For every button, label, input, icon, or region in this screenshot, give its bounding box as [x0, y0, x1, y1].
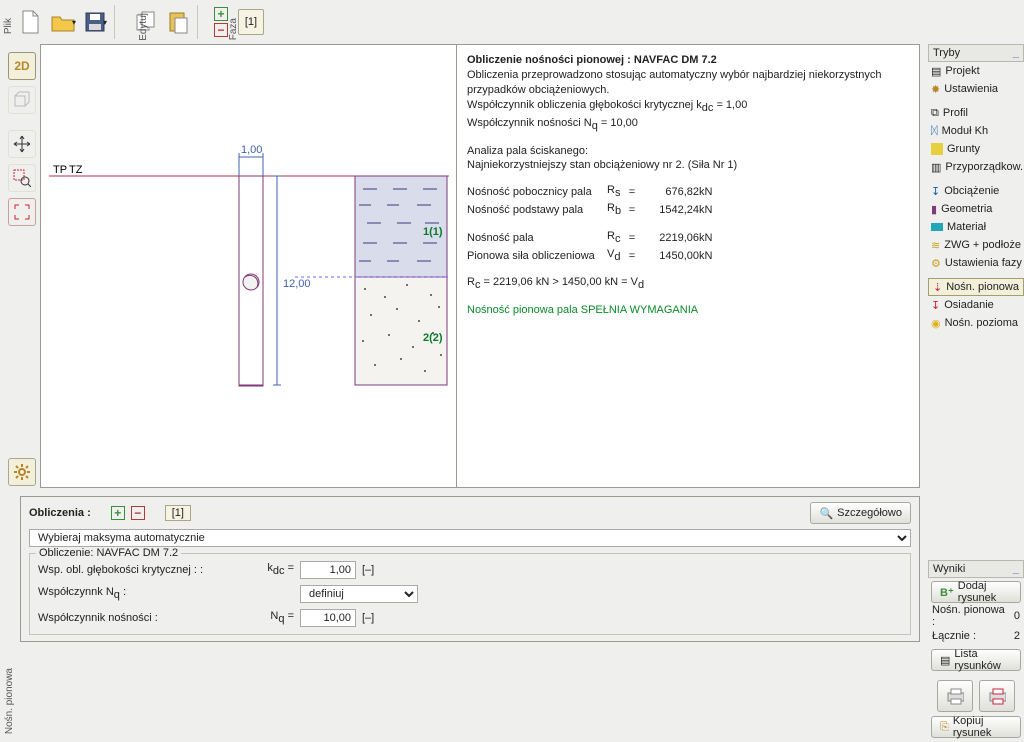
- layer1-label: 1(1): [423, 226, 443, 238]
- label-tp: TP: [53, 164, 67, 176]
- f1-unit: [–]: [362, 564, 374, 576]
- f1-sym: kdc =: [264, 562, 294, 577]
- results-a1: Analiza pala ściskanego:: [467, 144, 909, 159]
- status-left: Nośn. pionowa: [4, 668, 15, 734]
- label-tz: TZ: [69, 164, 83, 176]
- pan-button[interactable]: [8, 130, 36, 158]
- wyniki-header: Wyniki_: [928, 560, 1024, 578]
- tryby-ustawienia[interactable]: ✸Ustawienia: [928, 80, 1024, 98]
- obliczenia-label: Obliczenia :: [29, 507, 91, 519]
- label-plik: Plik: [3, 18, 14, 34]
- kdc-input[interactable]: [300, 561, 356, 579]
- results-kdc: Współczynnik obliczenia głębokości kryty…: [467, 98, 909, 116]
- dodaj-rysunek-button[interactable]: B⁺Dodaj rysunek: [931, 581, 1021, 603]
- tryby-nosn-pionowa[interactable]: ⇣Nośn. pionowa: [928, 278, 1024, 296]
- f1-label: Wsp. obl. głębokości krytycznej : :: [38, 564, 258, 576]
- tryby-grunty[interactable]: Grunty: [928, 140, 1024, 158]
- f3-label: Współczynnik nośności :: [38, 612, 258, 624]
- calc-add-button[interactable]: +: [111, 506, 125, 520]
- results-ok: Nośność pionowa pala SPEŁNIA WYMAGANIA: [467, 303, 909, 318]
- tryby-material[interactable]: Materiał: [928, 218, 1024, 236]
- szczegolowo-button[interactable]: 🔍Szczegółowo: [810, 502, 911, 524]
- results-a2: Najniekorzystniejszy stan obciążeniowy n…: [467, 158, 909, 173]
- tryby-obciazenie[interactable]: ↧Obciążenie: [928, 182, 1024, 200]
- results-panel: Obliczenie nośności pionowej : NAVFAC DM…: [457, 45, 919, 487]
- remove-phase-button[interactable]: −: [214, 23, 228, 37]
- results-table2: Nośność palaRc=2219,06 kN Pionowa siła o…: [467, 229, 712, 265]
- calc-remove-button[interactable]: −: [131, 506, 145, 520]
- calc-frame: Obliczenie: NAVFAC DM 7.2 Wsp. obl. głęb…: [29, 553, 911, 635]
- bottom-panel: Obliczenia : + − [1] 🔍Szczegółowo Wybier…: [20, 496, 920, 642]
- maxima-select[interactable]: Wybieraj maksyma automatycznie: [29, 529, 911, 547]
- tryby-modul-kh[interactable]: ᛞModuł Kh: [928, 122, 1024, 140]
- tryby-przyp[interactable]: ▥Przyporządkow.: [928, 158, 1024, 176]
- wyniki-lacznie-label: Łącznie :: [932, 630, 976, 642]
- results-title: Obliczenie nośności pionowej : NAVFAC DM…: [467, 53, 909, 68]
- f2-label: Współczynnk Nq :: [38, 586, 258, 601]
- tryby-nosn-pozioma[interactable]: ◉Nośn. pozioma: [928, 314, 1024, 332]
- wyniki-lacznie-value: 2: [1014, 630, 1020, 642]
- f3-sym: Nq =: [264, 610, 294, 625]
- new-file-button[interactable]: [16, 3, 46, 41]
- view-3d-button[interactable]: [8, 86, 36, 114]
- paste-button[interactable]: [163, 3, 193, 41]
- dim-top: 1,00: [241, 144, 262, 156]
- f3-unit: [–]: [362, 612, 374, 624]
- label-faza: Faza: [228, 18, 239, 40]
- tryby-profil[interactable]: ⧉Profil: [928, 104, 1024, 122]
- tryby-osiadanie[interactable]: ↧Osiadanie: [928, 296, 1024, 314]
- tryby-ust-fazy[interactable]: ⚙Ustawienia fazy: [928, 254, 1024, 272]
- results-line1: Obliczenia przeprowadzono stosując autom…: [467, 68, 909, 98]
- drawing-canvas[interactable]: TP TZ 1,00 12,00: [41, 45, 457, 487]
- right-sidebar: Tryby_ ▤Projekt ✸Ustawienia ⧉Profil ᛞMod…: [928, 44, 1024, 742]
- wyniki-pionowa-label: Nośn. pionowa :: [932, 604, 1008, 628]
- results-nq: Współczynnik nośności Nq = 10,00: [467, 116, 909, 134]
- phase-tab-1[interactable]: [1]: [238, 9, 264, 35]
- save-button[interactable]: ▾: [80, 3, 110, 41]
- tryby-geometria[interactable]: ▮Geometria: [928, 200, 1024, 218]
- dim-v: 12,00: [283, 278, 311, 290]
- kopiuj-rysunek-button[interactable]: ⎘Kopiuj rysunek: [931, 716, 1021, 738]
- nq-define-select[interactable]: definiuj: [300, 585, 418, 603]
- layer2-label: 2(2): [423, 332, 443, 344]
- main-toolbar: ▾ ▾ + − [1]: [0, 0, 1024, 44]
- calc-frame-legend: Obliczenie: NAVFAC DM 7.2: [36, 547, 181, 559]
- tryby-zwg[interactable]: ≋ZWG + podłoże: [928, 236, 1024, 254]
- tryby-header: Tryby_: [928, 44, 1024, 62]
- view-toolbar: 2D: [8, 52, 36, 226]
- view-2d-button[interactable]: 2D: [8, 52, 36, 80]
- open-file-button[interactable]: ▾: [48, 3, 78, 41]
- nq-input[interactable]: [300, 609, 356, 627]
- settings-gear-button[interactable]: [8, 458, 36, 486]
- label-edytuj: Edytuj: [138, 13, 149, 41]
- tryby-projekt[interactable]: ▤Projekt: [928, 62, 1024, 80]
- fit-view-button[interactable]: [8, 198, 36, 226]
- print-button-2[interactable]: [979, 680, 1015, 712]
- add-phase-button[interactable]: +: [214, 7, 228, 21]
- wyniki-pionowa-value: 0: [1014, 610, 1020, 622]
- results-table: Nośność pobocznicy palaRs=676,82 kN Nośn…: [467, 183, 712, 219]
- print-button-1[interactable]: [937, 680, 973, 712]
- results-compare: Rc = 2219,06 kN > 1450,00 kN = Vd: [467, 275, 909, 293]
- calc-phase-tab[interactable]: [1]: [165, 505, 191, 521]
- zoom-button[interactable]: [8, 164, 36, 192]
- viewport: TP TZ 1,00 12,00: [40, 44, 920, 488]
- lista-rysunkow-button[interactable]: ▤Lista rysunków: [931, 649, 1021, 671]
